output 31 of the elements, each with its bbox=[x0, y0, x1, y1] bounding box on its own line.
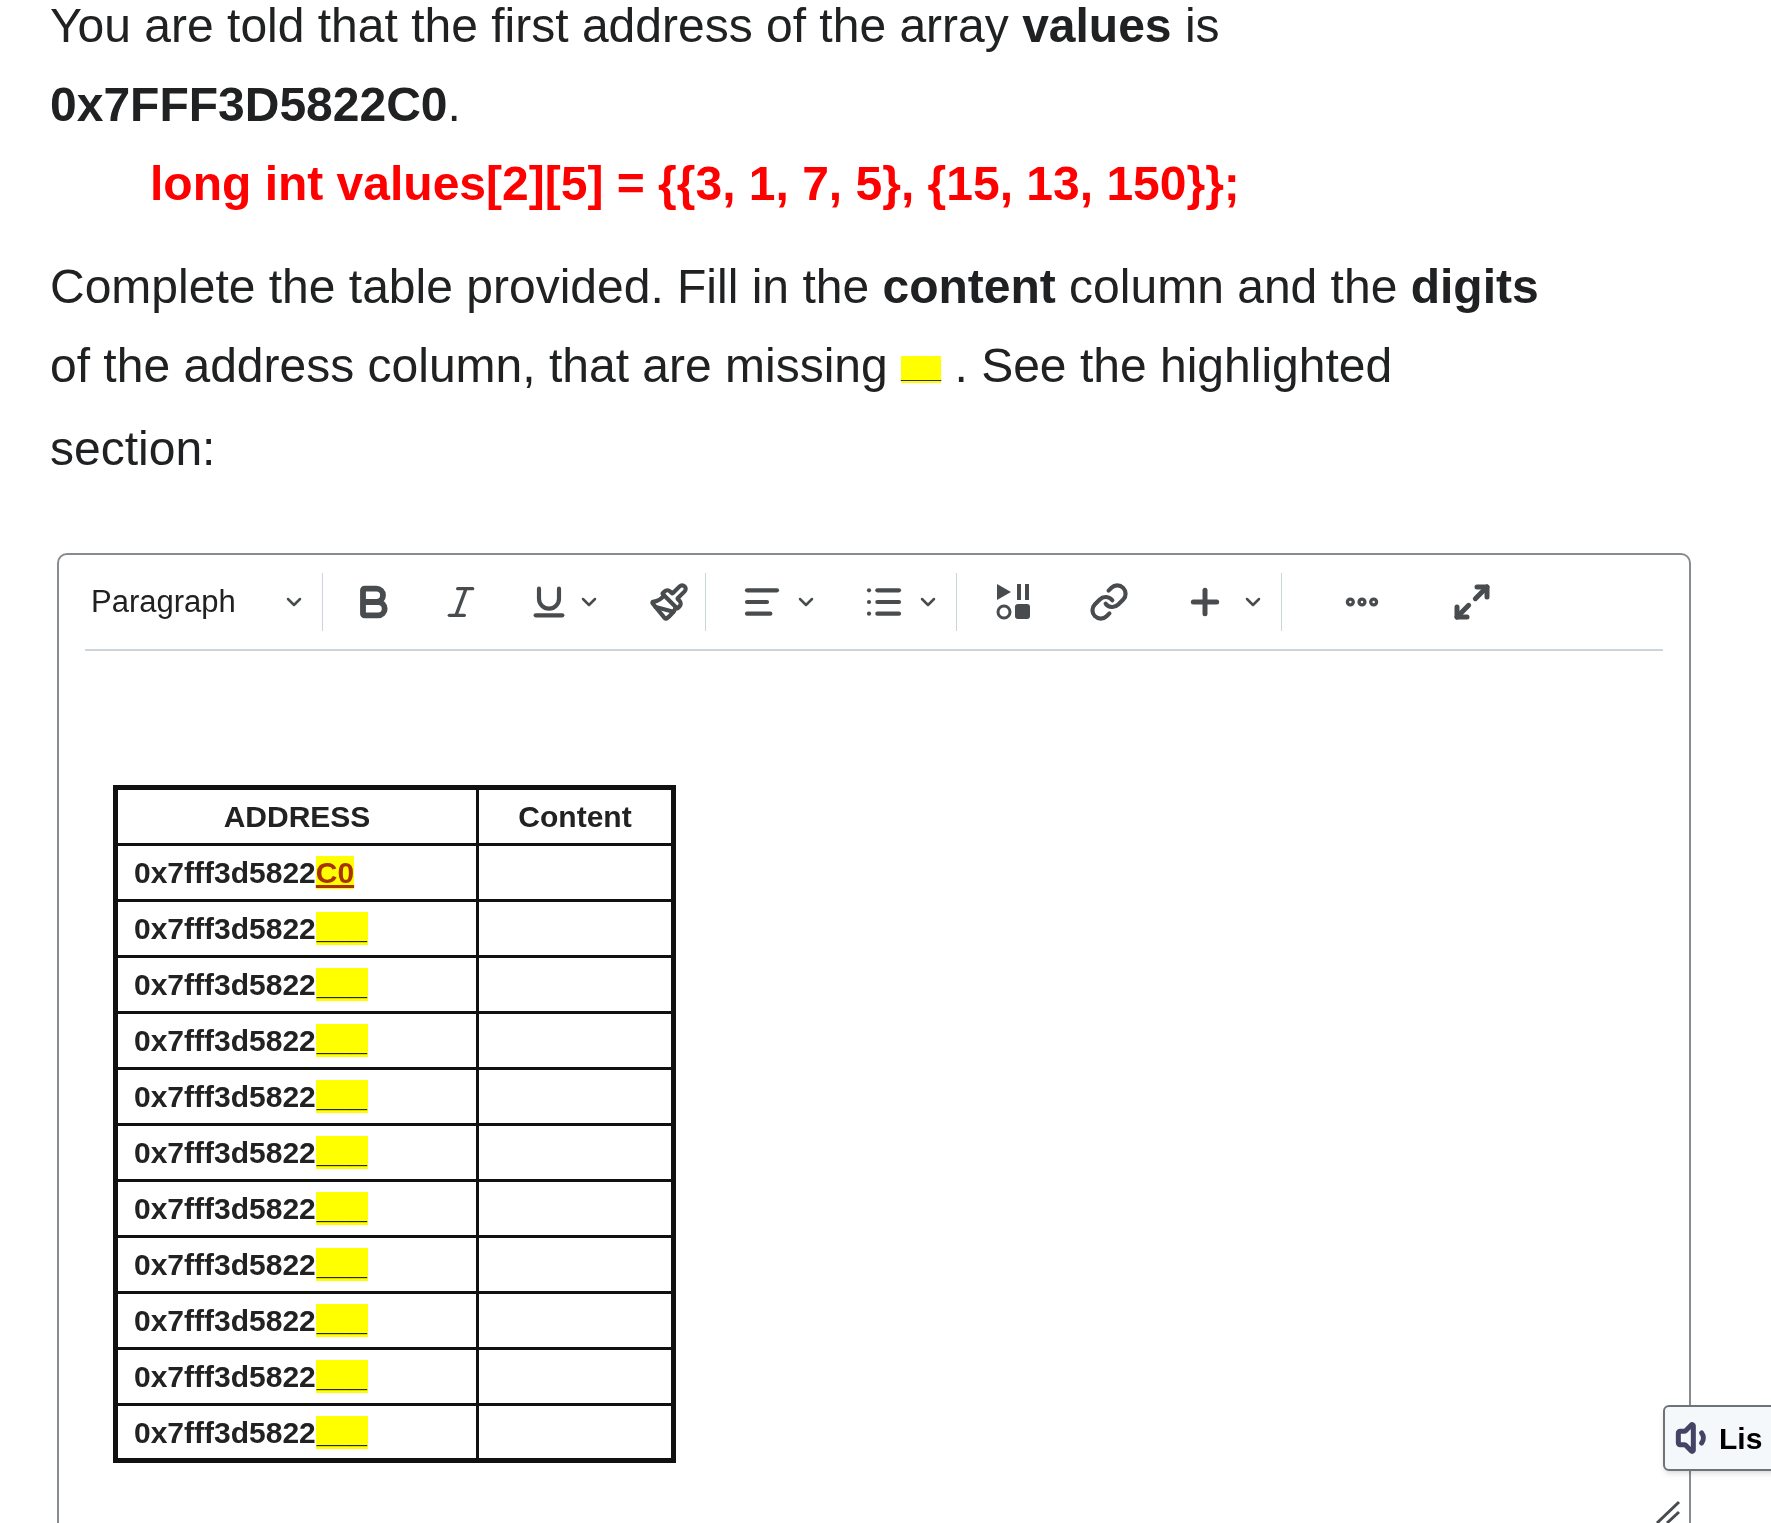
block-format-dropdown[interactable]: Paragraph bbox=[85, 578, 306, 626]
address-prefix: 0x7fff3d5822 bbox=[134, 1415, 316, 1449]
address-prefix: 0x7fff3d5822 bbox=[134, 1024, 316, 1057]
address-prefix: 0x7fff3d5822 bbox=[134, 856, 316, 889]
brush-icon[interactable] bbox=[648, 582, 689, 622]
blank-highlight: ___ bbox=[315, 1136, 368, 1169]
blank-highlight: ___ bbox=[315, 1080, 368, 1113]
column-header: ADDRESS bbox=[115, 787, 478, 845]
address-suffix: C0 bbox=[315, 856, 355, 889]
instruction-text: Complete the table provided. Fill in the content column and the digits of the address column, that are missing ___ . See the highlighted section: bbox=[50, 259, 1540, 477]
address-prefix: 0x7fff3d5822 bbox=[134, 1248, 316, 1281]
listen-button[interactable]: Lis bbox=[1663, 1405, 1771, 1471]
blank-highlight: ___ bbox=[315, 912, 368, 945]
address-prefix: 0x7fff3d5822 bbox=[134, 912, 316, 945]
address-prefix: 0x7fff3d5822 bbox=[134, 1192, 316, 1225]
blank-highlight: ___ bbox=[315, 1248, 368, 1281]
blank-highlight: ___ bbox=[315, 1415, 368, 1449]
blank-highlight: ___ bbox=[315, 1360, 368, 1393]
link-icon[interactable] bbox=[1088, 582, 1129, 622]
intro-text: You are told that the first address of the array values is 0x7FFF3D5822C0. bbox=[50, 0, 1221, 133]
blank-highlight: ___ bbox=[315, 968, 368, 1001]
address-prefix: 0x7fff3d5822 bbox=[134, 1360, 316, 1393]
address-prefix: 0x7fff3d5822 bbox=[134, 1136, 316, 1169]
blank-highlight: ___ bbox=[315, 1304, 368, 1337]
blank-highlight: ___ bbox=[315, 1192, 368, 1225]
address-prefix: 0x7fff3d5822 bbox=[134, 1304, 316, 1337]
resize-handle-icon[interactable] bbox=[1655, 1500, 1681, 1523]
code-line: long int values[2][5] = {{3, 1, 7, 5}, {15, 13, 150}}; bbox=[149, 156, 1241, 212]
address-prefix: 0x7fff3d5822 bbox=[134, 968, 316, 1001]
blank-highlight: ___ bbox=[315, 1024, 368, 1057]
address-prefix: 0x7fff3d5822 bbox=[134, 1080, 316, 1113]
